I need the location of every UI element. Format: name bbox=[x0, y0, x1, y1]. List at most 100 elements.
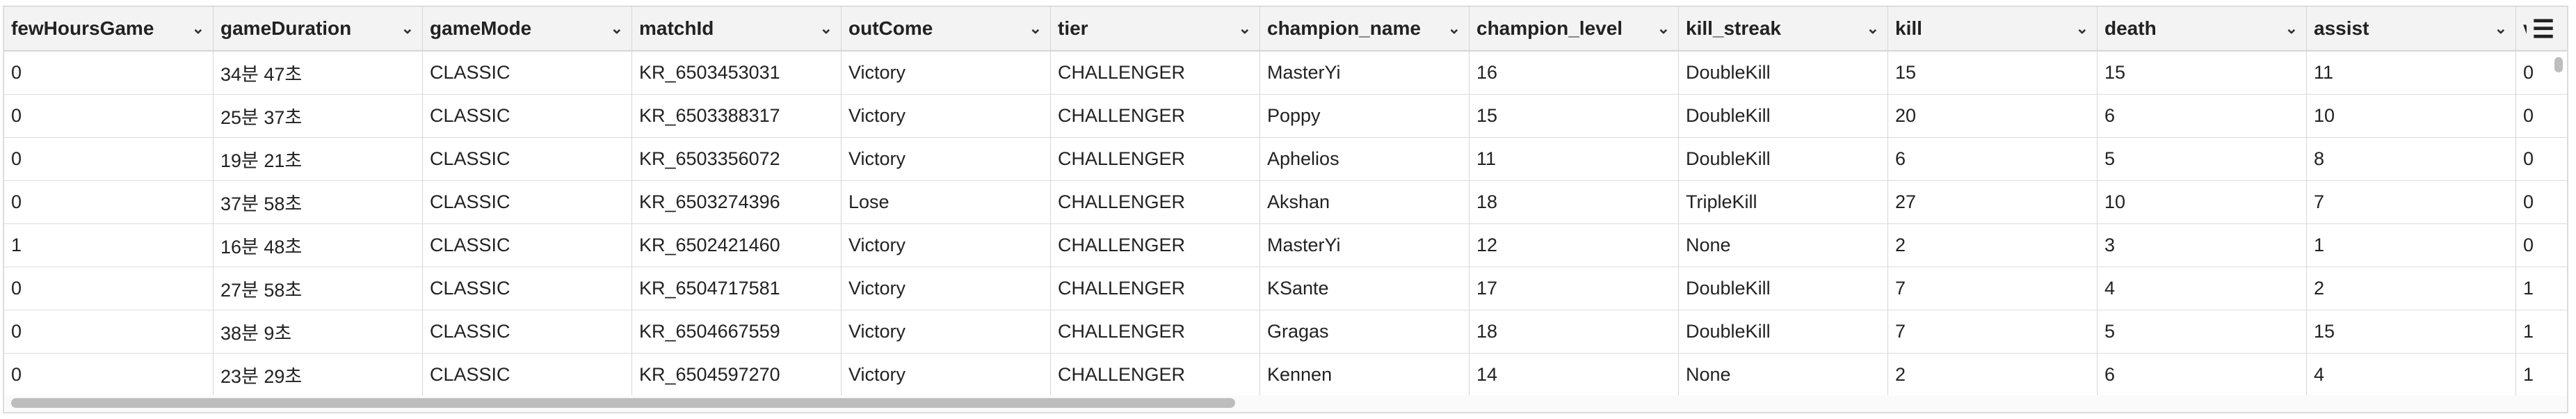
cell-kill_streak[interactable]: DoubleKill bbox=[1679, 267, 1888, 310]
cell-kill[interactable]: 2 bbox=[1888, 224, 2098, 267]
chevron-down-icon[interactable]: ⌄ bbox=[2495, 19, 2507, 38]
cell-matchId[interactable]: KR_6503453031 bbox=[632, 52, 842, 94]
cell-death[interactable]: 5 bbox=[2098, 310, 2307, 353]
cell-matchId[interactable]: KR_6504717581 bbox=[632, 267, 842, 310]
cell-matchId[interactable]: KR_6503388317 bbox=[632, 95, 842, 137]
cell-gameMode[interactable]: CLASSIC bbox=[423, 267, 632, 310]
table-row[interactable]: 0 34분 47초 CLASSIC KR_6503453031 Victory CHALL… bbox=[4, 52, 2567, 95]
cell-tier[interactable]: CHALLENGER bbox=[1051, 52, 1260, 94]
grid-viewport[interactable]: fewHoursGame ⌄ gameDuration ⌄ gameMode ⌄ match… bbox=[4, 7, 2567, 412]
cell-gameDuration[interactable]: 34분 47초 bbox=[214, 52, 423, 94]
cell-fewHoursGame[interactable]: 0 bbox=[4, 267, 214, 310]
cell-vi[interactable]: 1 bbox=[2516, 354, 2558, 396]
cell-vi[interactable]: 0 bbox=[2516, 181, 2558, 223]
cell-gameMode[interactable]: CLASSIC bbox=[423, 310, 632, 353]
table-row[interactable]: 0 23분 29초 CLASSIC KR_6504597270 Victory CHALL… bbox=[4, 354, 2567, 397]
cell-champion_level[interactable]: 16 bbox=[1470, 52, 1679, 94]
cell-champion_level[interactable]: 11 bbox=[1470, 138, 1679, 180]
cell-outCome[interactable]: Victory bbox=[842, 267, 1051, 310]
cell-assist[interactable]: 8 bbox=[2307, 138, 2516, 180]
cell-assist[interactable]: 11 bbox=[2307, 52, 2516, 94]
cell-champion_name[interactable]: KSante bbox=[1260, 267, 1470, 310]
column-header-fewHoursGame[interactable]: fewHoursGame ⌄ bbox=[4, 7, 214, 50]
cell-gameMode[interactable]: CLASSIC bbox=[423, 138, 632, 180]
cell-fewHoursGame[interactable]: 0 bbox=[4, 181, 214, 223]
cell-kill[interactable]: 6 bbox=[1888, 138, 2098, 180]
cell-vi[interactable]: 1 bbox=[2516, 310, 2558, 353]
cell-gameMode[interactable]: CLASSIC bbox=[423, 354, 632, 396]
cell-fewHoursGame[interactable]: 0 bbox=[4, 52, 214, 94]
cell-champion_level[interactable]: 18 bbox=[1470, 310, 1679, 353]
cell-champion_level[interactable]: 15 bbox=[1470, 95, 1679, 137]
cell-champion_name[interactable]: Akshan bbox=[1260, 181, 1470, 223]
cell-kill[interactable]: 2 bbox=[1888, 354, 2098, 396]
cell-outCome[interactable]: Victory bbox=[842, 138, 1051, 180]
chevron-down-icon[interactable]: ⌄ bbox=[611, 19, 623, 38]
column-header-gameMode[interactable]: gameMode ⌄ bbox=[423, 7, 632, 50]
column-header-death[interactable]: death ⌄ bbox=[2098, 7, 2307, 50]
chevron-down-icon[interactable]: ⌄ bbox=[1029, 19, 1042, 38]
cell-death[interactable]: 6 bbox=[2098, 95, 2307, 137]
cell-kill_streak[interactable]: DoubleKill bbox=[1679, 95, 1888, 137]
cell-fewHoursGame[interactable]: 0 bbox=[4, 310, 214, 353]
chevron-down-icon[interactable]: ⌄ bbox=[820, 19, 832, 38]
cell-kill_streak[interactable]: None bbox=[1679, 224, 1888, 267]
cell-champion_name[interactable]: MasterYi bbox=[1260, 52, 1470, 94]
cell-vi[interactable]: 0 bbox=[2516, 224, 2558, 267]
column-header-champion_name[interactable]: champion_name ⌄ bbox=[1260, 7, 1470, 50]
cell-tier[interactable]: CHALLENGER bbox=[1051, 224, 1260, 267]
table-row[interactable]: 0 19분 21초 CLASSIC KR_6503356072 Victory CHALL… bbox=[4, 138, 2567, 181]
cell-matchId[interactable]: KR_6502421460 bbox=[632, 224, 842, 267]
cell-gameMode[interactable]: CLASSIC bbox=[423, 224, 632, 267]
column-header-kill_streak[interactable]: kill_streak ⌄ bbox=[1679, 7, 1888, 50]
vertical-scrollbar-thumb[interactable] bbox=[2554, 57, 2563, 72]
column-header-outCome[interactable]: outCome ⌄ bbox=[842, 7, 1051, 50]
cell-gameDuration[interactable]: 27분 58초 bbox=[214, 267, 423, 310]
cell-matchId[interactable]: KR_6503356072 bbox=[632, 138, 842, 180]
cell-gameMode[interactable]: CLASSIC bbox=[423, 181, 632, 223]
cell-kill_streak[interactable]: DoubleKill bbox=[1679, 138, 1888, 180]
chevron-down-icon[interactable]: ⌄ bbox=[1239, 19, 1251, 38]
cell-vi[interactable]: 0 bbox=[2516, 52, 2558, 94]
cell-gameMode[interactable]: CLASSIC bbox=[423, 52, 632, 94]
cell-gameMode[interactable]: CLASSIC bbox=[423, 95, 632, 137]
cell-champion_level[interactable]: 18 bbox=[1470, 181, 1679, 223]
cell-fewHoursGame[interactable]: 0 bbox=[4, 138, 214, 180]
cell-champion_name[interactable]: Gragas bbox=[1260, 310, 1470, 353]
cell-assist[interactable]: 10 bbox=[2307, 95, 2516, 137]
table-row[interactable]: 1 16분 48초 CLASSIC KR_6502421460 Victory CHALL… bbox=[4, 224, 2567, 267]
cell-assist[interactable]: 15 bbox=[2307, 310, 2516, 353]
cell-assist[interactable]: 1 bbox=[2307, 224, 2516, 267]
cell-kill[interactable]: 27 bbox=[1888, 181, 2098, 223]
cell-kill_streak[interactable]: DoubleKill bbox=[1679, 310, 1888, 353]
cell-vi[interactable]: 1 bbox=[2516, 267, 2558, 310]
cell-gameDuration[interactable]: 23분 29초 bbox=[214, 354, 423, 396]
cell-death[interactable]: 15 bbox=[2098, 52, 2307, 94]
table-row[interactable]: 0 25분 37초 CLASSIC KR_6503388317 Victory CHALL… bbox=[4, 95, 2567, 138]
table-row[interactable]: 0 27분 58초 CLASSIC KR_6504717581 Victory CHALL… bbox=[4, 267, 2567, 310]
cell-assist[interactable]: 2 bbox=[2307, 267, 2516, 310]
cell-fewHoursGame[interactable]: 1 bbox=[4, 224, 214, 267]
column-header-matchId[interactable]: matchId ⌄ bbox=[632, 7, 842, 50]
cell-assist[interactable]: 4 bbox=[2307, 354, 2516, 396]
chevron-down-icon[interactable]: ⌄ bbox=[192, 19, 204, 38]
cell-champion_level[interactable]: 14 bbox=[1470, 354, 1679, 396]
cell-matchId[interactable]: KR_6504597270 bbox=[632, 354, 842, 396]
cell-tier[interactable]: CHALLENGER bbox=[1051, 181, 1260, 223]
cell-outCome[interactable]: Victory bbox=[842, 310, 1051, 353]
cell-fewHoursGame[interactable]: 0 bbox=[4, 95, 214, 137]
cell-kill[interactable]: 7 bbox=[1888, 267, 2098, 310]
cell-tier[interactable]: CHALLENGER bbox=[1051, 267, 1260, 310]
cell-outCome[interactable]: Victory bbox=[842, 52, 1051, 94]
cell-kill[interactable]: 20 bbox=[1888, 95, 2098, 137]
cell-kill_streak[interactable]: TripleKill bbox=[1679, 181, 1888, 223]
column-menu-icon[interactable]: ☰ bbox=[2527, 15, 2560, 43]
cell-kill_streak[interactable]: None bbox=[1679, 354, 1888, 396]
cell-gameDuration[interactable]: 19분 21초 bbox=[214, 138, 423, 180]
cell-gameDuration[interactable]: 16분 48초 bbox=[214, 224, 423, 267]
chevron-down-icon[interactable]: ⌄ bbox=[1867, 19, 1879, 38]
column-header-assist[interactable]: assist ⌄ bbox=[2307, 7, 2516, 50]
table-row[interactable]: 0 37분 58초 CLASSIC KR_6503274396 Lose CHALLENG… bbox=[4, 181, 2567, 224]
cell-gameDuration[interactable]: 38분 9초 bbox=[214, 310, 423, 353]
cell-assist[interactable]: 7 bbox=[2307, 181, 2516, 223]
